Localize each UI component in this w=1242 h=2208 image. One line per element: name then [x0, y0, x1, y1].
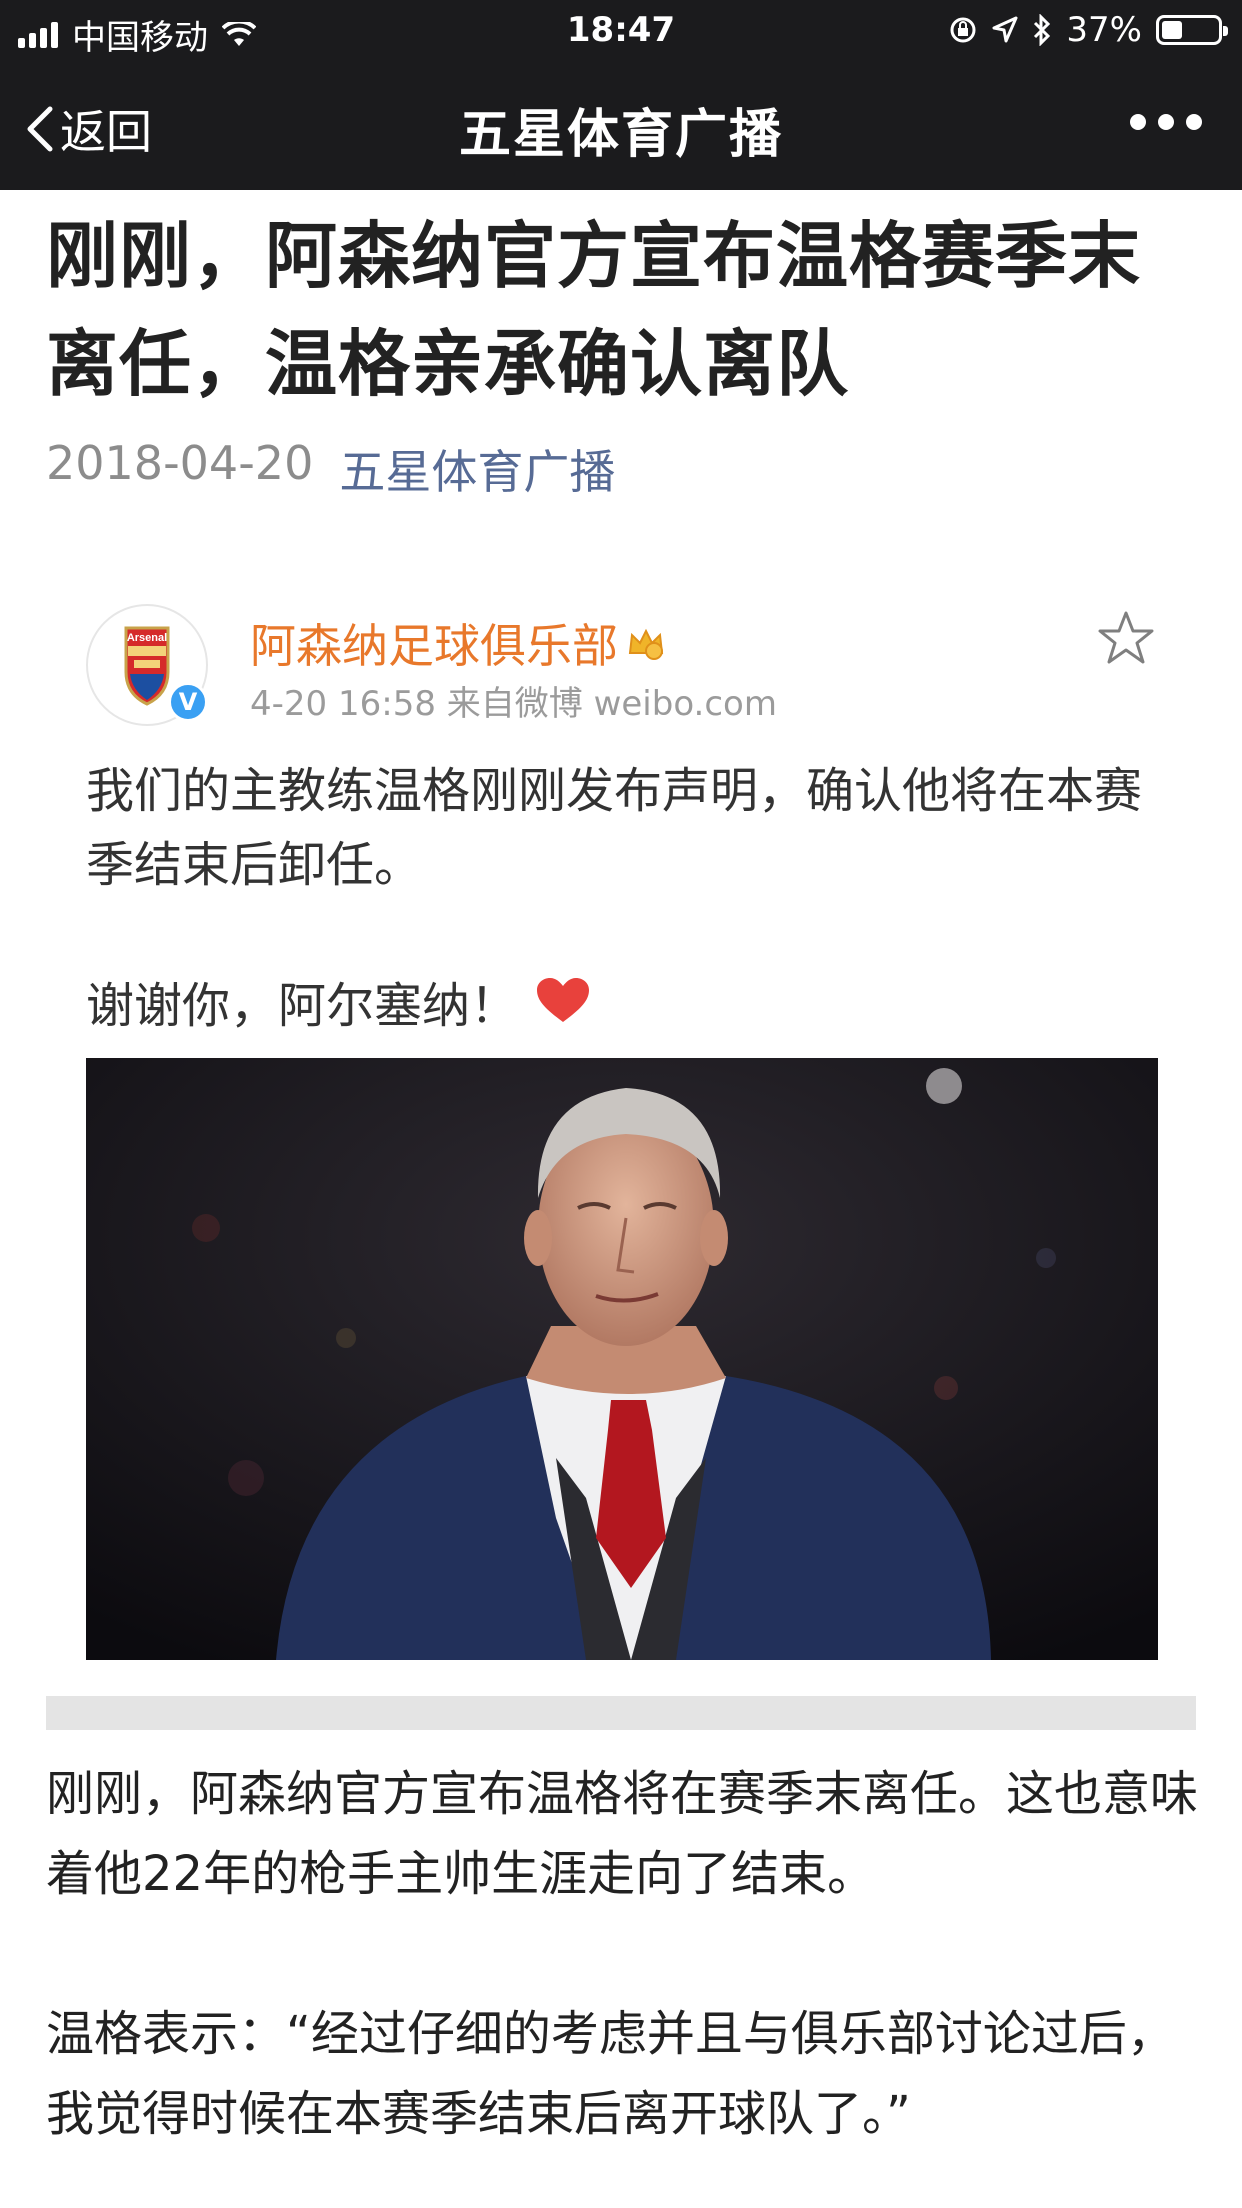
crown-badge-icon — [628, 628, 664, 660]
battery-icon — [1156, 15, 1228, 45]
bluetooth-icon — [1034, 14, 1051, 46]
weibo-thanks-text: 谢谢你，阿尔塞纳！ — [86, 978, 519, 1034]
nav-bar: 返回 五星体育广播 — [0, 62, 1242, 190]
status-bar: 中国移动 18:47 37% — [0, 0, 1242, 62]
article-date: 2018-04-20 — [46, 436, 314, 490]
weibo-thanks: 谢谢你，阿尔塞纳！ — [86, 966, 592, 1036]
verified-badge-icon: V — [168, 682, 208, 722]
status-right: 37% — [948, 10, 1228, 50]
avatar-crest-text: Arsenal — [127, 632, 167, 644]
article-meta: 2018-04-20 五星体育广播 — [46, 436, 615, 502]
more-dot-icon — [1158, 114, 1174, 130]
wenger-photo[interactable] — [86, 1058, 1158, 1660]
battery-fill — [1162, 21, 1182, 39]
article-title: 刚刚，阿森纳官方宣布温格赛季末离任，温格亲承确认离队 — [46, 214, 1142, 406]
weibo-time-source: 4-20 16:58 来自微博 weibo.com — [250, 684, 777, 724]
card-divider — [46, 1696, 1196, 1730]
weibo-card: Arsenal V 阿森纳足球俱乐部 4-20 16:58 来自微博 weibo… — [46, 566, 1196, 1730]
star-icon[interactable] — [1096, 608, 1156, 668]
more-dot-icon — [1186, 114, 1202, 130]
heart-icon — [537, 978, 590, 1022]
weibo-account-label: 阿森纳足球俱乐部 — [250, 619, 618, 673]
nav-title: 五星体育广播 — [458, 105, 783, 165]
location-icon — [992, 16, 1018, 43]
article-author-link[interactable]: 五星体育广播 — [339, 436, 615, 502]
orientation-lock-icon — [950, 17, 976, 43]
body-paragraph: 刚刚，阿森纳官方宣布温格将在赛季末离任。这也意味着他22年的枪手主帅生涯走向了结… — [46, 1766, 1199, 1902]
more-button[interactable] — [1130, 114, 1202, 130]
wenger-photo-image — [86, 1058, 1158, 1660]
body-paragraph: 温格表示：“经过仔细的考虑并且与俱乐部讨论过后，我觉得时候在本赛季结束后离开球队… — [46, 2006, 1175, 2142]
weibo-text: 我们的主教练温格刚刚发布声明，确认他将在本赛季结束后卸任。 — [86, 763, 1143, 893]
weibo-account-name[interactable]: 阿森纳足球俱乐部 — [250, 610, 666, 676]
battery-percent: 37% — [1066, 10, 1142, 50]
more-dot-icon — [1130, 114, 1146, 130]
